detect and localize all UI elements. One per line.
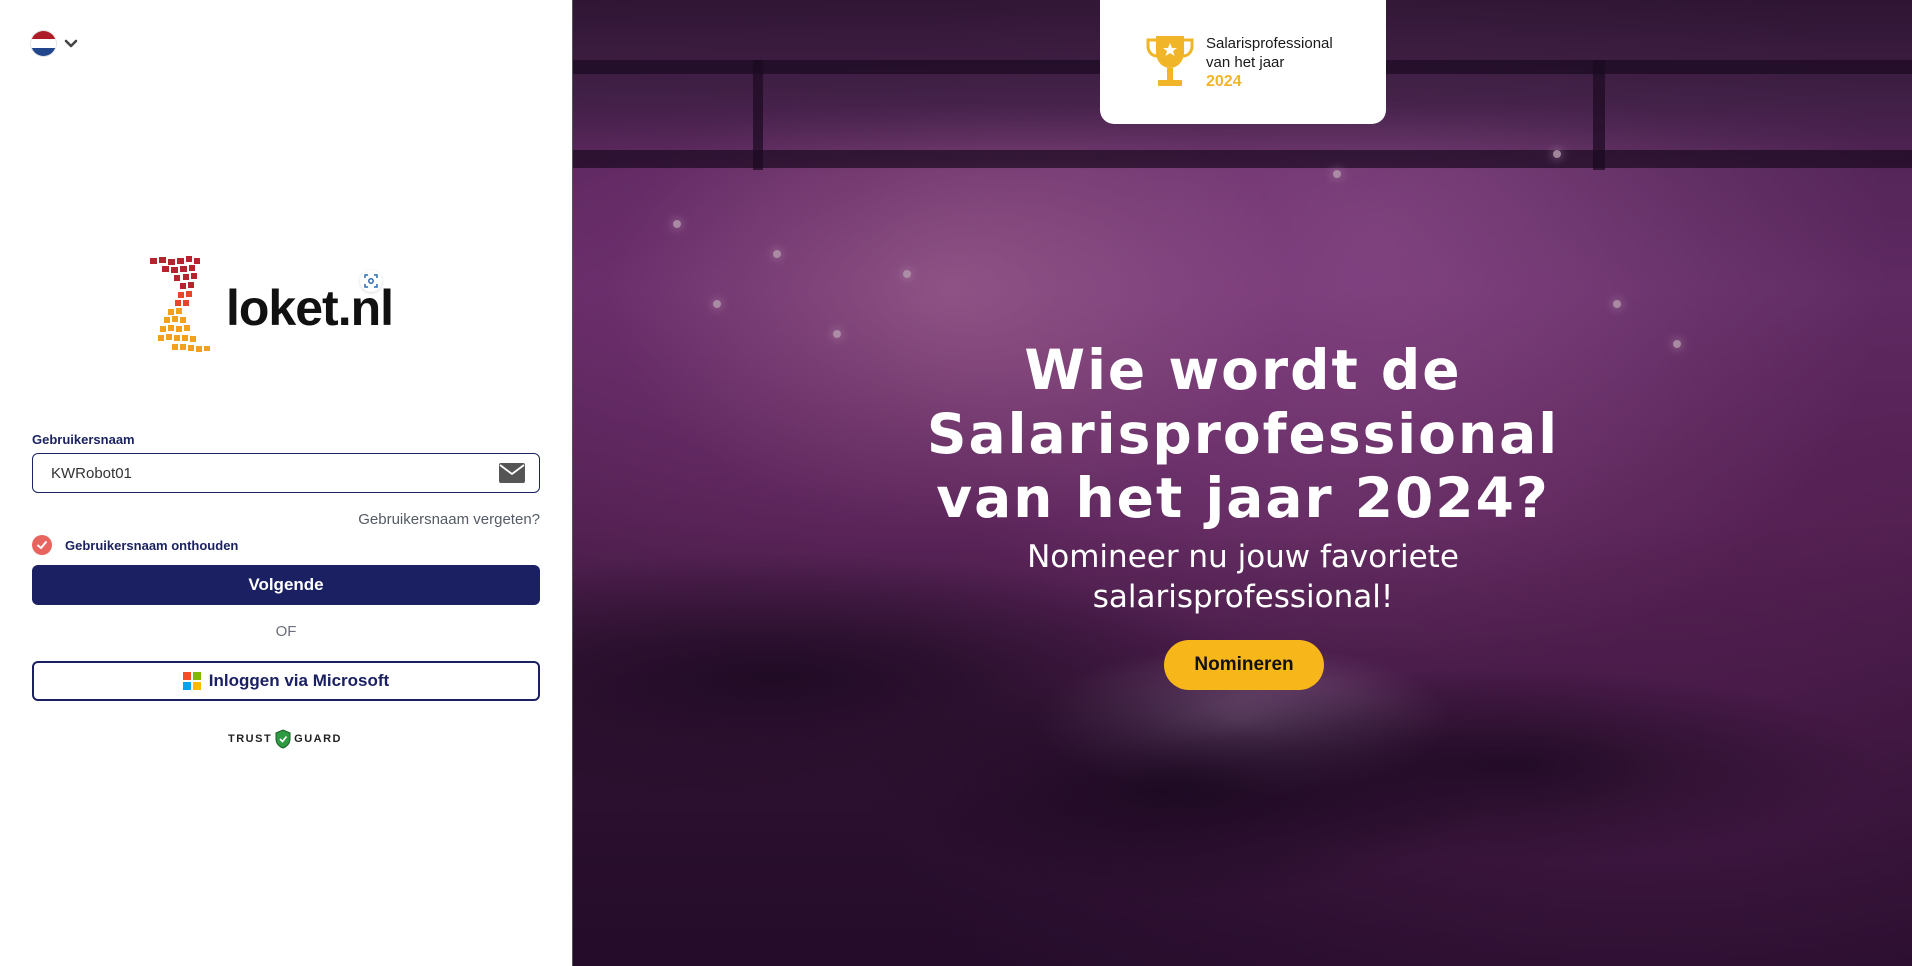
promo-subline-line1: Nomineer nu jouw favoriete — [1027, 539, 1459, 575]
netherlands-flag-icon — [31, 31, 56, 56]
promo-headline: Wie wordt de Salarisprofessional van het… — [573, 338, 1912, 530]
award-year: 2024 — [1206, 73, 1242, 90]
trophy-icon — [1146, 36, 1194, 86]
remember-checkbox[interactable] — [32, 535, 52, 555]
next-button[interactable]: Volgende — [32, 565, 540, 605]
promo-headline-line3: van het jaar 2024? — [936, 466, 1550, 530]
chevron-down-icon — [64, 39, 78, 47]
microsoft-icon — [182, 672, 201, 690]
username-input[interactable] — [49, 454, 493, 493]
promo-headline-line2: Salarisprofessional — [926, 402, 1560, 466]
nominate-button[interactable]: Nomineren — [1164, 640, 1324, 690]
username-field-wrapper — [32, 453, 540, 493]
promo-subline-line2: salarisprofessional! — [1092, 579, 1394, 615]
scan-icon[interactable] — [360, 270, 382, 292]
remember-label: Gebruikersnaam onthouden — [65, 537, 239, 553]
promo-subline: Nomineer nu jouw favoriete salarisprofes… — [573, 537, 1912, 617]
forgot-username-link[interactable]: Gebruikersnaam vergeten? — [358, 511, 540, 528]
username-label: Gebruikersnaam — [32, 432, 135, 447]
trust-guard-right: GUARD — [294, 733, 343, 745]
login-panel: loket.nl Gebruikersnaam Gebruikersnaam v… — [0, 0, 572, 966]
shield-icon — [275, 729, 291, 749]
trust-guard-badge[interactable]: TRUST GUARD — [228, 729, 342, 749]
microsoft-login-button[interactable]: Inloggen via Microsoft — [32, 661, 540, 701]
promo-panel: Salarisprofessional van het jaar 2024 Wi… — [572, 0, 1912, 966]
remember-username-toggle[interactable]: Gebruikersnaam onthouden — [32, 535, 238, 555]
award-badge: Salarisprofessional van het jaar 2024 — [1100, 0, 1386, 124]
promo-headline-line1: Wie wordt de — [1024, 338, 1462, 402]
award-title-line1: Salarisprofessional — [1206, 35, 1333, 52]
checkmark-icon — [37, 541, 47, 549]
mail-icon — [499, 463, 525, 483]
microsoft-login-label: Inloggen via Microsoft — [208, 671, 390, 690]
trust-guard-left: TRUST — [228, 733, 273, 745]
language-selector[interactable] — [31, 31, 80, 56]
or-divider: OF — [275, 623, 297, 640]
award-title-line2: van het jaar — [1206, 54, 1285, 71]
